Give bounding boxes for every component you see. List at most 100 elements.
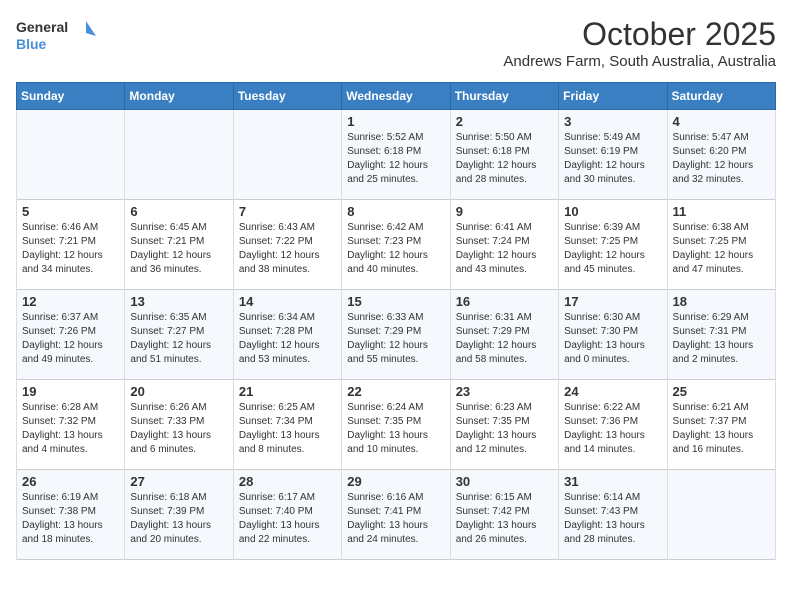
day-number: 3 — [564, 114, 661, 129]
cell-content: Sunrise: 6:39 AM Sunset: 7:25 PM Dayligh… — [564, 221, 661, 277]
day-number: 26 — [22, 474, 119, 489]
day-number: 8 — [347, 204, 444, 219]
cell-content: Sunrise: 6:31 AM Sunset: 7:29 PM Dayligh… — [456, 311, 553, 367]
day-number: 30 — [456, 474, 553, 489]
day-number: 18 — [673, 294, 770, 309]
calendar-cell: 9 Sunrise: 6:41 AM Sunset: 7:24 PM Daylig… — [450, 200, 558, 290]
header-friday: Friday — [559, 83, 667, 110]
calendar-cell: 13 Sunrise: 6:35 AM Sunset: 7:27 PM Dayli… — [125, 290, 233, 380]
cell-content: Sunrise: 6:46 AM Sunset: 7:21 PM Dayligh… — [22, 221, 119, 277]
cell-content: Sunrise: 6:30 AM Sunset: 7:30 PM Dayligh… — [564, 311, 661, 367]
day-number: 22 — [347, 384, 444, 399]
title-block: October 2025 Andrews Farm, South Austral… — [503, 16, 776, 70]
calendar-cell: 15 Sunrise: 6:33 AM Sunset: 7:29 PM Dayli… — [342, 290, 450, 380]
calendar-cell: 20 Sunrise: 6:26 AM Sunset: 7:33 PM Dayli… — [125, 380, 233, 470]
calendar-cell: 21 Sunrise: 6:25 AM Sunset: 7:34 PM Dayli… — [233, 380, 341, 470]
calendar-cell: 16 Sunrise: 6:31 AM Sunset: 7:29 PM Dayli… — [450, 290, 558, 380]
calendar-cell — [667, 470, 775, 560]
cell-content: Sunrise: 6:33 AM Sunset: 7:29 PM Dayligh… — [347, 311, 444, 367]
calendar-cell: 22Sunrise: 6:24 AM Sunset: 7:35 PM Dayli… — [342, 380, 450, 470]
cell-content: Sunrise: 6:35 AM Sunset: 7:27 PM Dayligh… — [130, 311, 227, 367]
calendar-cell: 23 Sunrise: 6:23 AM Sunset: 7:35 PM Dayli… — [450, 380, 558, 470]
header-tuesday: Tuesday — [233, 83, 341, 110]
day-number: 23 — [456, 384, 553, 399]
cell-content: Sunrise: 6:19 AM Sunset: 7:38 PM Dayligh… — [22, 491, 119, 547]
calendar-cell: 8Sunrise: 6:42 AM Sunset: 7:23 PM Daylig… — [342, 200, 450, 290]
calendar-header-row: Sunday Monday Tuesday Wednesday Thursday… — [17, 83, 776, 110]
day-number: 14 — [239, 294, 336, 309]
month-title: October 2025 — [503, 16, 776, 53]
day-number: 9 — [456, 204, 553, 219]
cell-content: Sunrise: 5:50 AM Sunset: 6:18 PM Dayligh… — [456, 131, 553, 187]
cell-content: Sunrise: 6:15 AM Sunset: 7:42 PM Dayligh… — [456, 491, 553, 547]
logo-svg: General Blue — [16, 16, 96, 56]
day-number: 2 — [456, 114, 553, 129]
calendar-week-row: 1 Sunrise: 5:52 AM Sunset: 6:18 PM Daylig… — [17, 110, 776, 200]
day-number: 24 — [564, 384, 661, 399]
cell-content: Sunrise: 6:22 AM Sunset: 7:36 PM Dayligh… — [564, 401, 661, 457]
day-number: 10 — [564, 204, 661, 219]
calendar-cell: 17 Sunrise: 6:30 AM Sunset: 7:30 PM Dayli… — [559, 290, 667, 380]
day-number: 19 — [22, 384, 119, 399]
day-number: 7 — [239, 204, 336, 219]
cell-content: Sunrise: 6:23 AM Sunset: 7:35 PM Dayligh… — [456, 401, 553, 457]
day-number: 21 — [239, 384, 336, 399]
calendar-cell: 10 Sunrise: 6:39 AM Sunset: 7:25 PM Dayli… — [559, 200, 667, 290]
calendar-week-row: 19 Sunrise: 6:28 AM Sunset: 7:32 PM Dayli… — [17, 380, 776, 470]
cell-content: Sunrise: 6:34 AM Sunset: 7:28 PM Dayligh… — [239, 311, 336, 367]
header-sunday: Sunday — [17, 83, 125, 110]
cell-content: Sunrise: 6:25 AM Sunset: 7:34 PM Dayligh… — [239, 401, 336, 457]
calendar-cell: 4 Sunrise: 5:47 AM Sunset: 6:20 PM Daylig… — [667, 110, 775, 200]
day-number: 5 — [22, 204, 119, 219]
cell-content: Sunrise: 6:37 AM Sunset: 7:26 PM Dayligh… — [22, 311, 119, 367]
day-number: 25 — [673, 384, 770, 399]
calendar-cell: 1 Sunrise: 5:52 AM Sunset: 6:18 PM Daylig… — [342, 110, 450, 200]
calendar-cell: 18 Sunrise: 6:29 AM Sunset: 7:31 PM Dayli… — [667, 290, 775, 380]
calendar-cell: 6Sunrise: 6:45 AM Sunset: 7:21 PM Daylig… — [125, 200, 233, 290]
cell-content: Sunrise: 6:29 AM Sunset: 7:31 PM Dayligh… — [673, 311, 770, 367]
calendar-week-row: 26 Sunrise: 6:19 AM Sunset: 7:38 PM Dayli… — [17, 470, 776, 560]
svg-text:Blue: Blue — [16, 36, 47, 52]
cell-content: Sunrise: 6:41 AM Sunset: 7:24 PM Dayligh… — [456, 221, 553, 277]
logo: General Blue — [16, 16, 96, 56]
day-number: 29 — [347, 474, 444, 489]
calendar-table: Sunday Monday Tuesday Wednesday Thursday… — [16, 82, 776, 560]
calendar-cell: 12Sunrise: 6:37 AM Sunset: 7:26 PM Dayli… — [17, 290, 125, 380]
header-thursday: Thursday — [450, 83, 558, 110]
day-number: 31 — [564, 474, 661, 489]
calendar-cell: 29Sunrise: 6:16 AM Sunset: 7:41 PM Dayli… — [342, 470, 450, 560]
calendar-cell: 31Sunrise: 6:14 AM Sunset: 7:43 PM Dayli… — [559, 470, 667, 560]
day-number: 20 — [130, 384, 227, 399]
calendar-cell: 30 Sunrise: 6:15 AM Sunset: 7:42 PM Dayli… — [450, 470, 558, 560]
day-number: 4 — [673, 114, 770, 129]
calendar-cell: 3Sunrise: 5:49 AM Sunset: 6:19 PM Daylig… — [559, 110, 667, 200]
day-number: 13 — [130, 294, 227, 309]
day-number: 1 — [347, 114, 444, 129]
day-number: 28 — [239, 474, 336, 489]
day-number: 15 — [347, 294, 444, 309]
calendar-cell: 11 Sunrise: 6:38 AM Sunset: 7:25 PM Dayli… — [667, 200, 775, 290]
cell-content: Sunrise: 6:28 AM Sunset: 7:32 PM Dayligh… — [22, 401, 119, 457]
cell-content: Sunrise: 6:26 AM Sunset: 7:33 PM Dayligh… — [130, 401, 227, 457]
calendar-cell: 24 Sunrise: 6:22 AM Sunset: 7:36 PM Dayli… — [559, 380, 667, 470]
header-saturday: Saturday — [667, 83, 775, 110]
day-number: 27 — [130, 474, 227, 489]
calendar-cell: 2 Sunrise: 5:50 AM Sunset: 6:18 PM Daylig… — [450, 110, 558, 200]
cell-content: Sunrise: 6:38 AM Sunset: 7:25 PM Dayligh… — [673, 221, 770, 277]
calendar-cell: 25Sunrise: 6:21 AM Sunset: 7:37 PM Dayli… — [667, 380, 775, 470]
header-wednesday: Wednesday — [342, 83, 450, 110]
cell-content: Sunrise: 5:52 AM Sunset: 6:18 PM Dayligh… — [347, 131, 444, 187]
calendar-cell: 5 Sunrise: 6:46 AM Sunset: 7:21 PM Daylig… — [17, 200, 125, 290]
calendar-cell: 14 Sunrise: 6:34 AM Sunset: 7:28 PM Dayli… — [233, 290, 341, 380]
calendar-cell — [125, 110, 233, 200]
day-number: 17 — [564, 294, 661, 309]
cell-content: Sunrise: 6:45 AM Sunset: 7:21 PM Dayligh… — [130, 221, 227, 277]
cell-content: Sunrise: 5:47 AM Sunset: 6:20 PM Dayligh… — [673, 131, 770, 187]
svg-text:General: General — [16, 19, 68, 35]
calendar-cell — [17, 110, 125, 200]
calendar-cell — [233, 110, 341, 200]
day-number: 16 — [456, 294, 553, 309]
cell-content: Sunrise: 6:17 AM Sunset: 7:40 PM Dayligh… — [239, 491, 336, 547]
page-header: General Blue October 2025 Andrews Farm, … — [16, 16, 776, 70]
day-number: 11 — [673, 204, 770, 219]
